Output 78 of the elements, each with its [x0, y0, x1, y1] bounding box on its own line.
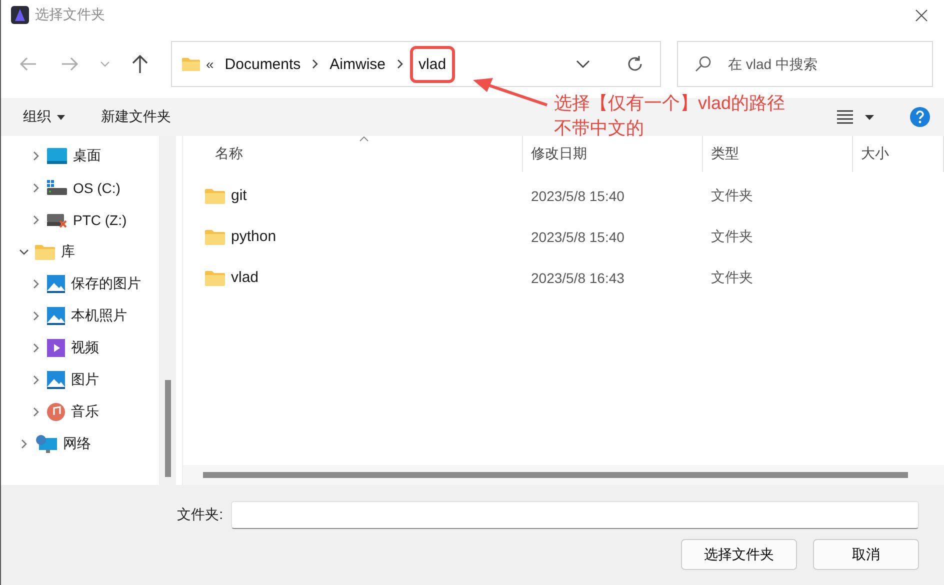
drive-icon — [47, 180, 67, 196]
address-bar[interactable]: « Documents Aimwise vlad — [171, 41, 661, 87]
file-name[interactable]: git — [231, 187, 247, 204]
chevron-right-icon[interactable] — [31, 183, 41, 193]
sidebar-item[interactable]: 网络 — [1, 428, 159, 460]
sidebar-item[interactable]: 本机照片 — [1, 300, 159, 332]
table-cell-text: 文件夹 — [710, 228, 754, 246]
chevron-right-icon[interactable] — [31, 279, 41, 289]
file-name[interactable]: vlad — [231, 269, 259, 286]
chevron-right-icon[interactable] — [31, 215, 41, 225]
chevron-right-icon[interactable] — [31, 311, 41, 321]
sort-caret-icon — [359, 136, 369, 142]
column-header[interactable]: 名称 — [183, 136, 523, 172]
annotation-text: 选择【仅有一个】vlad的路径 — [554, 92, 786, 115]
table-cell-text: 2023/5/8 16:43 — [530, 270, 626, 286]
network-icon — [35, 434, 57, 454]
chevron-down-icon — [100, 61, 110, 67]
chevron-right-icon[interactable] — [31, 343, 41, 353]
sidebar-item[interactable]: 桌面 — [1, 140, 159, 172]
column-header[interactable]: 类型 — [703, 136, 853, 172]
column-header[interactable]: 修改日期 — [523, 136, 703, 172]
monitor-icon — [47, 148, 67, 164]
arrow-left-icon — [19, 56, 37, 72]
breadcrumb-item[interactable]: vlad — [410, 46, 456, 82]
search-icon — [695, 56, 711, 72]
chevron-down-icon[interactable] — [576, 60, 590, 68]
folder-icon — [205, 270, 225, 286]
cancel-button[interactable]: 取消 — [813, 539, 919, 570]
chevron-right-icon[interactable] — [31, 375, 41, 385]
sidebar-item[interactable]: 音乐 — [1, 396, 159, 428]
breadcrumb-item[interactable]: Aimwise — [324, 46, 391, 82]
close-icon — [914, 8, 928, 22]
organize-menu[interactable]: 组织 — [23, 108, 65, 126]
sidebar-item[interactable]: 图片 — [1, 364, 159, 396]
sidebar-item[interactable]: PTC (Z:) — [1, 204, 159, 236]
app-logo-icon — [11, 6, 29, 24]
table-cell-text: 2023/5/8 15:40 — [530, 188, 626, 204]
picture-icon — [47, 275, 65, 293]
arrow-up-icon — [131, 54, 149, 74]
caret-down-icon — [57, 114, 65, 120]
folder-icon — [35, 244, 55, 260]
folder-icon — [205, 188, 225, 204]
chevron-right-icon[interactable] — [31, 151, 41, 161]
sidebar-item[interactable]: 库 — [1, 236, 159, 268]
file-name[interactable]: python — [231, 228, 276, 245]
table-cell-text: 2023/5/8 15:40 — [530, 228, 626, 244]
arrow-right-icon — [61, 56, 79, 72]
caret-down-icon[interactable] — [865, 114, 874, 120]
folder-label: 文件夹: — [177, 506, 223, 524]
chevron-right-icon[interactable] — [19, 439, 29, 449]
sidebar-item[interactable]: OS (C:) — [1, 172, 159, 204]
window-title: 选择文件夹 — [35, 6, 106, 24]
folder-input-field[interactable] — [231, 501, 919, 529]
chevron-right-icon — [312, 59, 319, 69]
table-cell-text: 文件夹 — [710, 268, 754, 286]
chevron-right-icon[interactable] — [31, 407, 41, 417]
search-field[interactable]: 在 vlad 中搜索 — [677, 41, 933, 87]
folder-icon — [182, 56, 200, 72]
column-header[interactable]: 大小 — [853, 136, 944, 172]
film-icon — [47, 339, 65, 357]
folder-icon — [205, 228, 225, 244]
new-folder-button[interactable]: 新建文件夹 — [101, 108, 171, 126]
sidebar-item[interactable]: 保存的图片 — [1, 268, 159, 300]
table-cell-text: 文件夹 — [710, 186, 754, 204]
music-note-icon — [47, 403, 65, 421]
help-icon[interactable] — [910, 107, 930, 127]
overflow-chevron[interactable]: « — [206, 56, 214, 72]
horizontal-scrollbar[interactable] — [183, 465, 944, 485]
refresh-icon[interactable] — [626, 55, 644, 73]
picture-icon — [47, 307, 65, 325]
select-folder-button[interactable]: 选择文件夹 — [681, 539, 797, 570]
list-view-icon[interactable] — [837, 110, 853, 124]
sidebar-item[interactable]: 视频 — [1, 332, 159, 364]
network-drive-icon — [47, 212, 67, 228]
chevron-right-icon — [396, 59, 404, 69]
breadcrumb-item[interactable]: Documents — [220, 46, 306, 82]
picture-icon — [47, 371, 65, 389]
chevron-down-icon[interactable] — [19, 247, 29, 257]
